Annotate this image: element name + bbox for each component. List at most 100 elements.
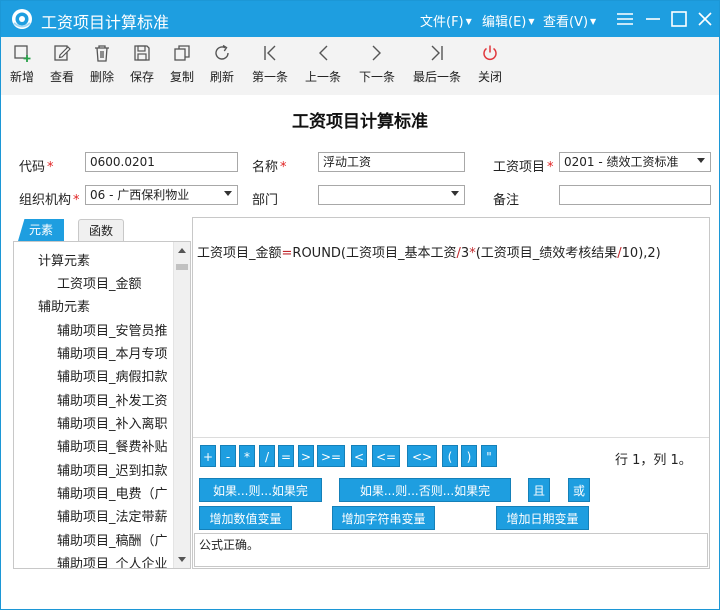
name-input[interactable]: 浮动工资: [318, 152, 465, 172]
window-title: 工资项目计算标准: [41, 13, 170, 32]
menu-view[interactable]: 查看(V) ▼: [543, 11, 596, 30]
last-record-label: 最后一条: [412, 70, 461, 84]
and-button[interactable]: 且: [528, 478, 550, 502]
add-numeric-variable-button[interactable]: 增加数值变量: [199, 506, 292, 530]
name-label-text: 名称: [252, 160, 279, 175]
save-button[interactable]: 保存: [127, 43, 157, 89]
tree-item[interactable]: 辅助项目_安管员推: [57, 320, 168, 339]
tree-item[interactable]: 辅助项目_稿酬（广: [57, 530, 168, 549]
formula-editor[interactable]: 工资项目_金额=ROUND(工资项目_基本工资/3*(工资项目_绩效考核结果/1…: [197, 242, 661, 261]
operator-quote-button[interactable]: ": [481, 445, 497, 467]
remark-input[interactable]: [559, 185, 711, 205]
operator-less-button[interactable]: <: [351, 445, 367, 467]
delete-button[interactable]: 删除: [87, 43, 117, 89]
maximize-icon[interactable]: [667, 7, 691, 31]
close-icon[interactable]: [693, 7, 717, 31]
tree-item[interactable]: 工资项目_金额: [57, 273, 142, 292]
tab-functions[interactable]: 函数: [78, 219, 124, 241]
app-window: 工资项目计算标准 文件(F) ▼ 编辑(E) ▼ 查看(V) ▼ 新增 查看 删除: [0, 0, 720, 610]
edit-icon: [54, 45, 71, 61]
required-marker: *: [547, 160, 554, 175]
operator-minus-button[interactable]: -: [220, 445, 236, 467]
previous-record-button[interactable]: 上一条: [302, 43, 344, 89]
refresh-button[interactable]: 刷新: [207, 43, 237, 89]
tree-scrollbar[interactable]: [173, 242, 190, 568]
tree-item[interactable]: 辅助项目_补发工资: [57, 390, 168, 409]
tree-item[interactable]: 辅助项目_补入离职: [57, 413, 168, 432]
scroll-thumb[interactable]: [176, 264, 188, 270]
previous-record-icon: [319, 45, 328, 61]
operator-greater-button[interactable]: >: [298, 445, 314, 467]
formula-token: 工资项目_金额: [197, 246, 282, 261]
code-input[interactable]: 0600.0201: [85, 152, 238, 172]
copy-button[interactable]: 复制: [167, 43, 197, 89]
menu-edit[interactable]: 编辑(E) ▼: [482, 11, 535, 30]
next-record-button[interactable]: 下一条: [356, 43, 398, 89]
org-value: 06 - 广西保利物业: [90, 188, 190, 202]
operator-plus-button[interactable]: +: [200, 445, 216, 467]
tree-item-group[interactable]: 辅助元素: [38, 296, 90, 315]
add-label: 新增: [9, 70, 34, 84]
view-button[interactable]: 查看: [47, 43, 77, 89]
operator-greater-equal-button[interactable]: >=: [317, 445, 345, 467]
if-then-else-button[interactable]: 如果...则...否则...如果完: [339, 478, 511, 502]
tree-item-group[interactable]: 计算元素: [38, 250, 90, 269]
add-string-variable-button[interactable]: 增加字符串变量: [332, 506, 435, 530]
close-button[interactable]: 关闭: [475, 43, 505, 89]
tree-item[interactable]: 辅助项目_个人企业: [57, 553, 168, 568]
add-icon: [14, 45, 31, 62]
cursor-position: 行 1，列 1。: [615, 453, 692, 468]
last-record-button[interactable]: 最后一条: [410, 43, 464, 89]
tab-elements[interactable]: 元素: [18, 219, 64, 241]
salary-item-label-text: 工资项目: [493, 160, 546, 175]
operator-less-equal-button[interactable]: <=: [372, 445, 400, 467]
app-logo-icon: [12, 9, 32, 29]
minimize-icon[interactable]: [641, 7, 665, 31]
operator-open-paren-button[interactable]: (: [442, 445, 458, 467]
scroll-up-icon[interactable]: [178, 248, 186, 253]
operator-equals-button[interactable]: =: [278, 445, 294, 467]
first-record-button[interactable]: 第一条: [249, 43, 291, 89]
tree-item[interactable]: 辅助项目_法定带薪: [57, 506, 168, 525]
formula-token: 3: [460, 246, 470, 261]
validation-status: 公式正确。: [194, 533, 708, 567]
scroll-down-icon[interactable]: [178, 557, 186, 562]
copy-label: 复制: [169, 70, 194, 84]
tree-item[interactable]: 辅助项目_迟到扣款: [57, 460, 168, 479]
org-label-text: 组织机构: [19, 193, 72, 208]
formula-operator: =: [281, 246, 293, 261]
tree-item[interactable]: 辅助项目_病假扣款: [57, 366, 168, 385]
tree-item[interactable]: 辅助项目_电费（广: [57, 483, 168, 502]
title-bar[interactable]: 工资项目计算标准 文件(F) ▼ 编辑(E) ▼ 查看(V) ▼: [1, 1, 719, 37]
refresh-icon: [215, 44, 229, 60]
add-button[interactable]: 新增: [7, 43, 37, 89]
trash-icon: [95, 45, 109, 62]
or-button[interactable]: 或: [568, 478, 590, 502]
dept-select[interactable]: [318, 185, 465, 205]
org-select[interactable]: 06 - 广西保利物业: [85, 185, 238, 205]
menu-file-label: 文件(F): [420, 15, 464, 30]
salary-item-label: 工资项目 *: [493, 156, 554, 175]
operator-not-equal-button[interactable]: <>: [407, 445, 437, 467]
operator-multiply-button[interactable]: *: [239, 445, 255, 467]
form-title: 工资项目计算标准: [292, 112, 428, 132]
tree-item[interactable]: 辅助项目_本月专项: [57, 343, 168, 362]
settings-icon[interactable]: [613, 7, 637, 31]
menu-file[interactable]: 文件(F) ▼: [420, 11, 472, 30]
last-record-icon: [431, 45, 443, 61]
required-marker: *: [47, 160, 54, 175]
element-tree: 计算元素 工资项目_金额 辅助元素 辅助项目_安管员推 辅助项目_本月专项 辅助…: [13, 241, 191, 569]
operator-divide-button[interactable]: /: [259, 445, 275, 467]
if-then-button[interactable]: 如果...则...如果完: [199, 478, 322, 502]
name-label: 名称 *: [252, 156, 287, 175]
required-marker: *: [73, 193, 80, 208]
chevron-down-icon: [697, 158, 705, 163]
salary-item-select[interactable]: 0201 - 绩效工资标准: [559, 152, 711, 172]
operator-close-paren-button[interactable]: ): [461, 445, 477, 467]
add-date-variable-button[interactable]: 增加日期变量: [496, 506, 589, 530]
required-marker: *: [280, 160, 287, 175]
editor-divider: [193, 437, 709, 438]
org-label: 组织机构 *: [19, 189, 80, 208]
first-record-icon: [264, 45, 276, 61]
tree-item[interactable]: 辅助项目_餐费补贴: [57, 436, 168, 455]
